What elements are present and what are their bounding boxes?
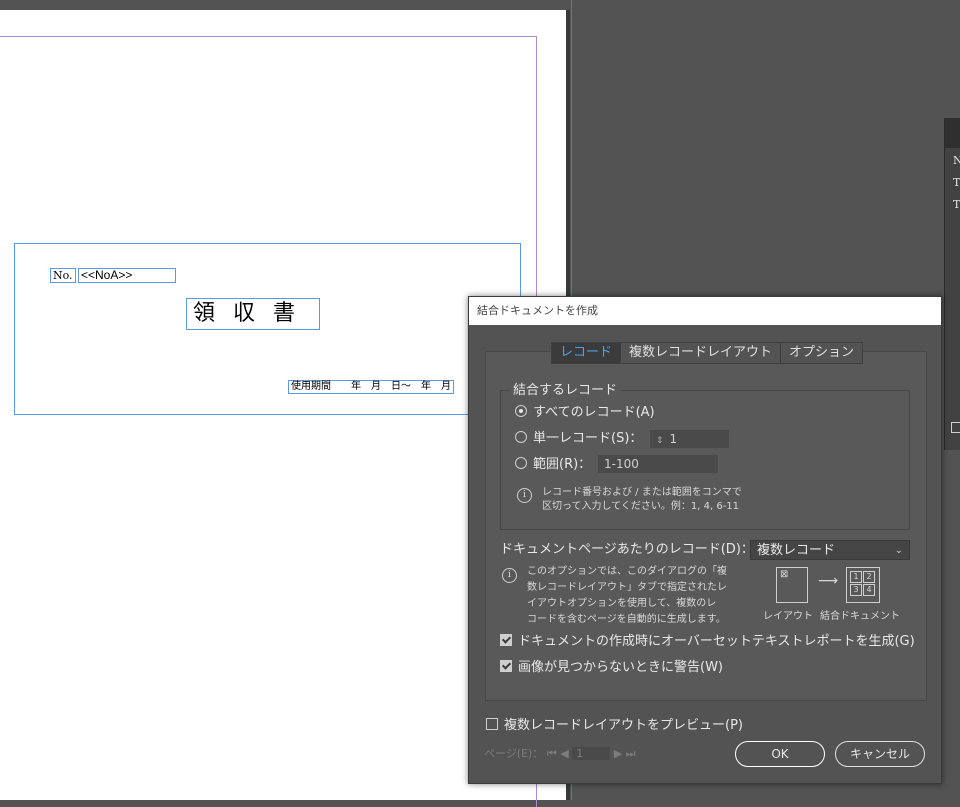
diagram-cell: 3: [850, 584, 862, 596]
margin-guide: [0, 36, 537, 807]
preview-layout-label: 複数レコードレイアウトをプレビュー(P): [504, 718, 743, 733]
chevron-down-icon: ⌄: [894, 545, 903, 556]
page-number-field[interactable]: 1: [572, 747, 611, 760]
panel-field-item[interactable]: N: [953, 154, 960, 167]
checkbox-checked-icon: [500, 634, 512, 646]
records-per-page-value: 複数レコード: [757, 543, 836, 558]
preview-layout-checkbox[interactable]: 複数レコードレイアウトをプレビュー(P): [486, 718, 743, 734]
previous-page-icon[interactable]: ◀: [560, 747, 568, 760]
range-input[interactable]: 1-100: [598, 455, 718, 473]
create-merged-document-dialog: 結合ドキュメントを作成 レコード 複数レコードレイアウト オプション 結合するレ…: [468, 296, 942, 784]
panel-checkbox[interactable]: [951, 422, 960, 433]
records-per-page-select[interactable]: 複数レコード ⌄: [750, 540, 910, 560]
range-hint-line2: 区切って入力してください。例：1, 4, 6-11: [542, 501, 740, 512]
panel-header: [945, 118, 960, 148]
missing-image-warning-label: 画像が見つからないときに警告(W): [518, 660, 723, 675]
merge-field-noa[interactable]: <<NoA>>: [78, 268, 176, 283]
radio-range[interactable]: 範囲(R)：: [515, 457, 591, 473]
usage-period-line: 使用期間 年 月 日～ 年 月: [288, 380, 454, 394]
layout-page-diagram: ⊠: [776, 567, 808, 603]
data-merge-panel: N T T: [944, 118, 960, 450]
first-page-icon[interactable]: ⏮: [547, 747, 557, 760]
per-page-desc-line4: コードを含むページを自動的に生成します。: [527, 614, 726, 625]
tab-bar: レコード 複数レコードレイアウト オプション: [551, 342, 864, 364]
single-record-value: 1: [669, 432, 678, 446]
page-navigator: ページ(E)： ⏮ ◀ 1 ▶ ⏭: [484, 745, 636, 761]
arrow-right-icon: ⟶: [818, 573, 839, 589]
next-page-icon[interactable]: ▶: [614, 747, 622, 760]
tab-records[interactable]: レコード: [552, 343, 622, 363]
diagram-layout-label: レイアウト: [763, 611, 813, 622]
records-per-page-label: ドキュメントページあたりのレコード(D)：: [500, 542, 754, 557]
range-hint-line1: レコード番号および / または範囲をコンマで: [542, 487, 742, 498]
tab-multiple-record-layout[interactable]: 複数レコードレイアウト: [621, 343, 782, 363]
receipt-title: 領収書: [186, 298, 320, 330]
diagram-cell: 4: [863, 584, 875, 596]
radio-single-record-label: 単一レコード(S)：: [533, 431, 643, 446]
radio-range-label: 範囲(R)：: [533, 457, 592, 472]
per-page-desc-line3: イアウトオプションを使用して、複数のレ: [527, 598, 717, 609]
checkbox-checked-icon: [500, 660, 512, 672]
overset-report-checkbox[interactable]: ドキュメントの作成時にオーバーセットテキストレポートを生成(G): [500, 634, 915, 650]
placeholder-box-icon: ⊠: [780, 569, 789, 580]
diagram-cell: 2: [863, 571, 875, 583]
per-page-desc-line2: 数レコードレイアウト」タブで指定されたレ: [527, 582, 727, 593]
ok-button[interactable]: OK: [735, 741, 825, 767]
radio-all-records[interactable]: すべてのレコード(A): [515, 405, 655, 421]
info-icon: i: [502, 568, 517, 583]
diagram-merged-label: 結合ドキュメント: [820, 611, 900, 622]
checkbox-empty-icon: [486, 718, 498, 730]
overset-report-label: ドキュメントの作成時にオーバーセットテキストレポートを生成(G): [518, 634, 915, 649]
records-group-label: 結合するレコード: [509, 379, 622, 398]
radio-empty-icon: [515, 431, 527, 443]
radio-selected-icon: [515, 405, 527, 417]
panel-field-item[interactable]: T: [953, 198, 960, 211]
missing-image-warning-checkbox[interactable]: 画像が見つからないときに警告(W): [500, 660, 723, 676]
tab-options[interactable]: オプション: [781, 343, 862, 363]
last-page-icon[interactable]: ⏭: [626, 747, 636, 760]
merged-document-diagram: 1 2 3 4: [846, 567, 880, 603]
diagram-cell: 1: [850, 571, 862, 583]
radio-empty-icon: [515, 457, 527, 469]
page-nav-label: ページ(E)：: [484, 747, 544, 760]
radio-all-records-label: すべてのレコード(A): [533, 405, 655, 420]
single-record-stepper[interactable]: ⇕ 1: [650, 430, 729, 448]
cancel-button[interactable]: キャンセル: [835, 741, 925, 767]
panel-field-item[interactable]: T: [953, 176, 960, 189]
dialog-title-bar[interactable]: 結合ドキュメントを作成: [469, 297, 941, 325]
stepper-arrows-icon[interactable]: ⇕: [656, 436, 664, 446]
radio-single-record[interactable]: 単一レコード(S)：: [515, 431, 642, 447]
per-page-desc-line1: このオプションでは、このダイアログの「複: [527, 566, 727, 577]
info-icon: i: [517, 488, 532, 503]
number-label: No.: [50, 268, 76, 283]
